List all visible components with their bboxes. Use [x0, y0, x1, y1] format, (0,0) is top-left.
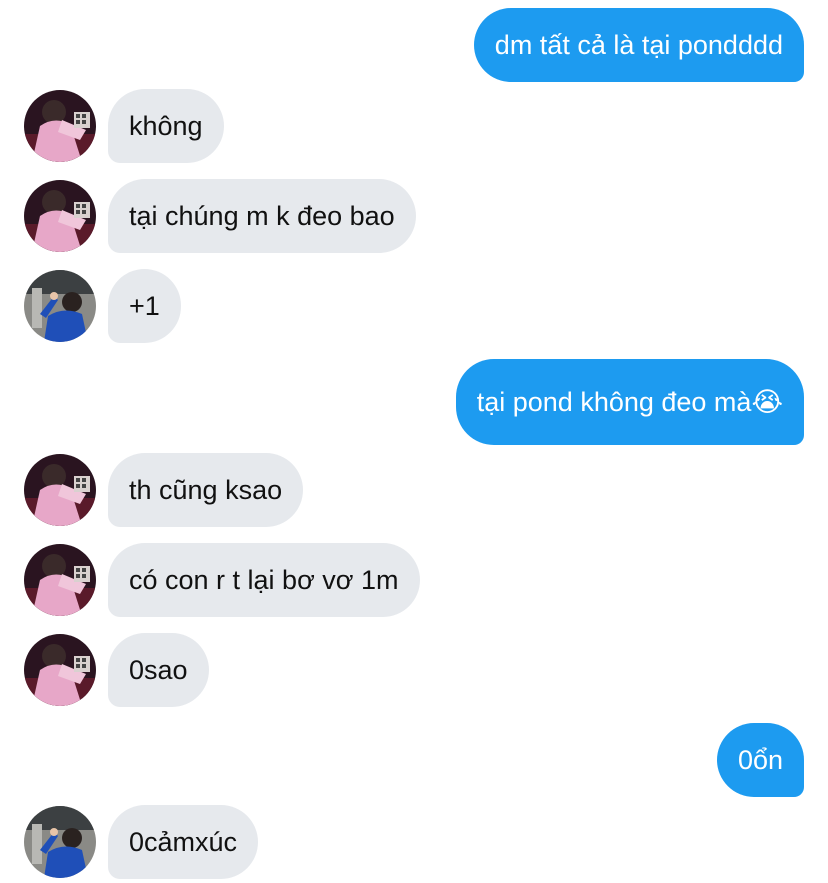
outgoing-message-bubble[interactable]: tại pond không đeo mà😭: [455, 359, 804, 445]
incoming-message-bubble[interactable]: th cũng ksao: [108, 453, 304, 527]
sender-avatar[interactable]: [24, 806, 96, 878]
pink-photo-avatar-icon: [24, 634, 96, 706]
message-text: tại pond không đeo mà😭: [476, 386, 783, 417]
message-text: tại chúng m k đeo bao: [129, 200, 395, 231]
message-text: 0ổn: [737, 744, 783, 775]
outgoing-message-bubble[interactable]: 0ổn: [716, 723, 804, 797]
message-text: 0sao: [129, 654, 188, 685]
blue-photo-avatar-icon: [24, 806, 96, 878]
pink-photo-avatar-icon: [24, 90, 96, 162]
sender-avatar[interactable]: [24, 180, 96, 252]
blue-photo-avatar-icon: [24, 270, 96, 342]
incoming-message-bubble[interactable]: 0cảmxúc: [108, 805, 259, 879]
incoming-message-bubble[interactable]: 0sao: [108, 633, 209, 707]
sender-avatar[interactable]: [24, 634, 96, 706]
incoming-message-bubble[interactable]: có con r t lại bơ vơ 1m: [108, 543, 420, 617]
incoming-message-bubble[interactable]: không: [108, 89, 224, 163]
incoming-message-bubble[interactable]: tại chúng m k đeo bao: [108, 179, 416, 253]
message-text: không: [129, 110, 203, 141]
message-text: có con r t lại bơ vơ 1m: [129, 564, 399, 595]
pink-photo-avatar-icon: [24, 544, 96, 616]
sender-avatar[interactable]: [24, 544, 96, 616]
pink-photo-avatar-icon: [24, 454, 96, 526]
sender-avatar[interactable]: [24, 90, 96, 162]
message-text: dm tất cả là tại pondddd: [494, 29, 783, 60]
pink-photo-avatar-icon: [24, 180, 96, 252]
message-text: 0cảmxúc: [129, 826, 238, 857]
sender-avatar[interactable]: [24, 270, 96, 342]
message-text: th cũng ksao: [129, 474, 283, 505]
incoming-message-bubble[interactable]: +1: [108, 269, 181, 343]
message-text: +1: [129, 290, 160, 321]
sender-avatar[interactable]: [24, 454, 96, 526]
outgoing-message-bubble[interactable]: dm tất cả là tại pondddd: [473, 8, 804, 82]
